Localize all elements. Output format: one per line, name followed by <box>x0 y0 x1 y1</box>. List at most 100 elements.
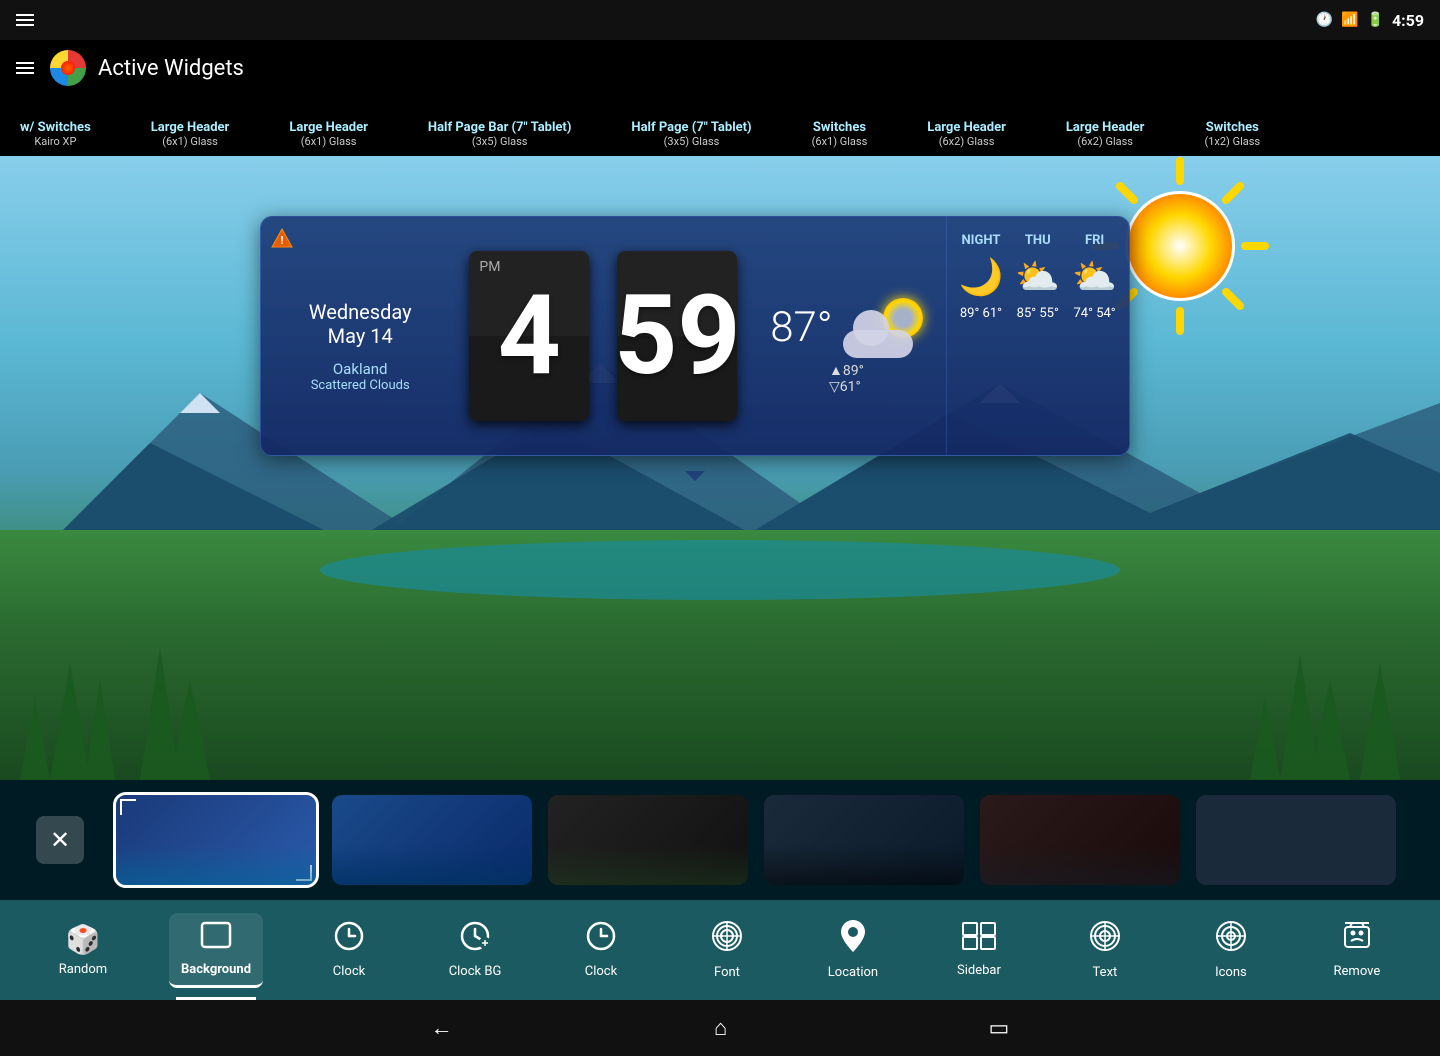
forecast-days: NIGHT 🌙 89° 61° THU ⛅ 85° 55° FRI ⛅ 74° … <box>959 233 1117 321</box>
background-icon <box>200 921 232 956</box>
ground <box>0 530 1440 780</box>
hamburger-menu[interactable] <box>16 14 34 26</box>
weather-city: Oakland <box>281 360 439 378</box>
app-bar: Active Widgets <box>0 40 1440 96</box>
tool-background[interactable]: Background <box>169 913 263 988</box>
widget-desc-6: (6x2) Glass <box>927 135 1006 148</box>
widget-item-5[interactable]: Switches (6x1) Glass <box>812 120 868 148</box>
lo-temp: ▽61° <box>829 379 861 395</box>
tool-text-label: Text <box>1093 965 1118 980</box>
forecast-thu-icon: ⛅ <box>1015 256 1060 298</box>
widget-desc-8: (1x2) Glass <box>1204 135 1260 148</box>
icons-icon <box>1215 920 1247 959</box>
theme-card-4[interactable] <box>764 795 964 885</box>
forecast-fri-label: FRI <box>1072 233 1117 248</box>
theme-selector: ✕ <box>0 780 1440 900</box>
clock-icon: 🕐 <box>1316 12 1333 28</box>
theme-card-6[interactable] <box>1196 795 1396 885</box>
theme-card-3[interactable] <box>548 795 748 885</box>
app-title: Active Widgets <box>98 56 244 81</box>
widget-item-3[interactable]: Half Page Bar (7" Tablet) (3x5) Glass <box>428 120 571 148</box>
widget-item-2[interactable]: Large Header (6x1) Glass <box>289 120 368 148</box>
forecast-night-icon: 🌙 <box>959 256 1004 298</box>
widget-name-3: Half Page Bar (7" Tablet) <box>428 120 571 135</box>
tool-clock[interactable]: Clock <box>309 913 389 987</box>
clock2-icon <box>586 921 616 958</box>
tool-clock2[interactable]: Clock <box>561 913 641 987</box>
weather-widget[interactable]: ! Wednesday May 14 Oakland Scattered Clo… <box>260 216 1130 456</box>
alert-icon: ! <box>271 227 293 253</box>
hi-lo-temp: ▲89° ▽61° <box>829 362 864 395</box>
remove-icon <box>1342 921 1372 958</box>
theme-card-5[interactable] <box>980 795 1180 885</box>
back-button[interactable]: ← <box>415 1007 469 1049</box>
tool-clockbg[interactable]: Clock BG <box>435 913 515 987</box>
widget-item-1[interactable]: Large Header (6x1) Glass <box>151 120 230 148</box>
widget-name-6: Large Header <box>927 120 1006 135</box>
forecast-night-temp: 89° 61° <box>959 306 1004 321</box>
weather-icon-current <box>843 298 923 358</box>
clock-section: PM 4 59 <box>459 217 747 455</box>
widget-desc-3: (3x5) Glass <box>428 135 571 148</box>
widget-name-4: Half Page (7" Tablet) <box>631 120 751 135</box>
tool-clockbg-label: Clock BG <box>449 964 502 979</box>
forecast-fri-temp: 74° 54° <box>1072 306 1117 321</box>
widget-name-2: Large Header <box>289 120 368 135</box>
tool-remove[interactable]: Remove <box>1317 913 1397 987</box>
tool-location[interactable]: Location <box>813 912 893 988</box>
forecast-thu-temp: 85° 55° <box>1015 306 1060 321</box>
widget-item-8[interactable]: Switches (1x2) Glass <box>1204 120 1260 148</box>
flip-card-hour: PM 4 <box>469 251 589 421</box>
recent-button[interactable]: ▭ <box>973 1008 1026 1049</box>
trees <box>0 530 1440 780</box>
widget-name-5: Switches <box>812 120 868 135</box>
status-left <box>16 14 34 26</box>
widget-desc-7: (6x2) Glass <box>1066 135 1145 148</box>
tool-clock2-label: Clock <box>585 964 617 979</box>
forecast-fri-icon: ⛅ <box>1072 256 1117 298</box>
widget-desc-4: (3x5) Glass <box>631 135 751 148</box>
widget-desc-0: Kairo XP <box>20 135 91 148</box>
tool-sidebar[interactable]: Sidebar <box>939 914 1019 986</box>
sidebar-icon <box>962 922 996 957</box>
svg-text:!: ! <box>281 234 284 247</box>
tool-text[interactable]: Text <box>1065 912 1145 988</box>
widget-desc-1: (6x1) Glass <box>151 135 230 148</box>
weather-date: May 14 <box>281 324 439 348</box>
tool-font-label: Font <box>714 965 740 980</box>
tool-background-label: Background <box>181 962 251 977</box>
status-right: 🕐 📶 🔋 4:59 <box>1316 11 1424 30</box>
random-icon: 🎲 <box>66 923 101 956</box>
close-button[interactable]: ✕ <box>36 816 84 864</box>
tool-icons[interactable]: Icons <box>1191 912 1271 988</box>
forecast-fri: FRI ⛅ 74° 54° <box>1072 233 1117 321</box>
nav-drawer-icon[interactable] <box>16 62 34 74</box>
weather-current: 87° ▲89° ▽61° <box>747 217 945 455</box>
hi-temp: ▲89° <box>829 363 864 379</box>
app-logo <box>50 50 86 86</box>
tool-random[interactable]: 🎲 Random <box>43 915 123 985</box>
tool-random-label: Random <box>59 962 107 977</box>
tool-font[interactable]: Font <box>687 912 767 988</box>
theme-card-1[interactable] <box>116 795 316 885</box>
clock-tool-icon <box>334 921 364 958</box>
main-area: ! Wednesday May 14 Oakland Scattered Clo… <box>0 156 1440 780</box>
theme-card-2[interactable] <box>332 795 532 885</box>
current-temp: 87° <box>770 303 832 352</box>
theme-close-area: ✕ <box>20 816 100 864</box>
forecast-night-label: NIGHT <box>959 233 1004 248</box>
tool-remove-label: Remove <box>1334 964 1381 979</box>
bottom-toolbar: 🎲 Random Background Clock <box>0 900 1440 1000</box>
home-button[interactable]: ⌂ <box>698 1007 743 1049</box>
widget-item-0[interactable]: w/ Switches Kairo XP <box>20 120 91 148</box>
weather-condition: Scattered Clouds <box>281 378 439 393</box>
time-separator <box>595 251 611 421</box>
location-icon <box>841 920 865 959</box>
widget-item-7[interactable]: Large Header (6x2) Glass <box>1066 120 1145 148</box>
forecast-thu: THU ⛅ 85° 55° <box>1015 233 1060 321</box>
widget-name-0: w/ Switches <box>20 120 91 135</box>
minute-display: 59 <box>614 281 740 391</box>
widget-item-4[interactable]: Half Page (7" Tablet) (3x5) Glass <box>631 120 751 148</box>
widget-item-6[interactable]: Large Header (6x2) Glass <box>927 120 1006 148</box>
text-icon <box>1089 920 1121 959</box>
